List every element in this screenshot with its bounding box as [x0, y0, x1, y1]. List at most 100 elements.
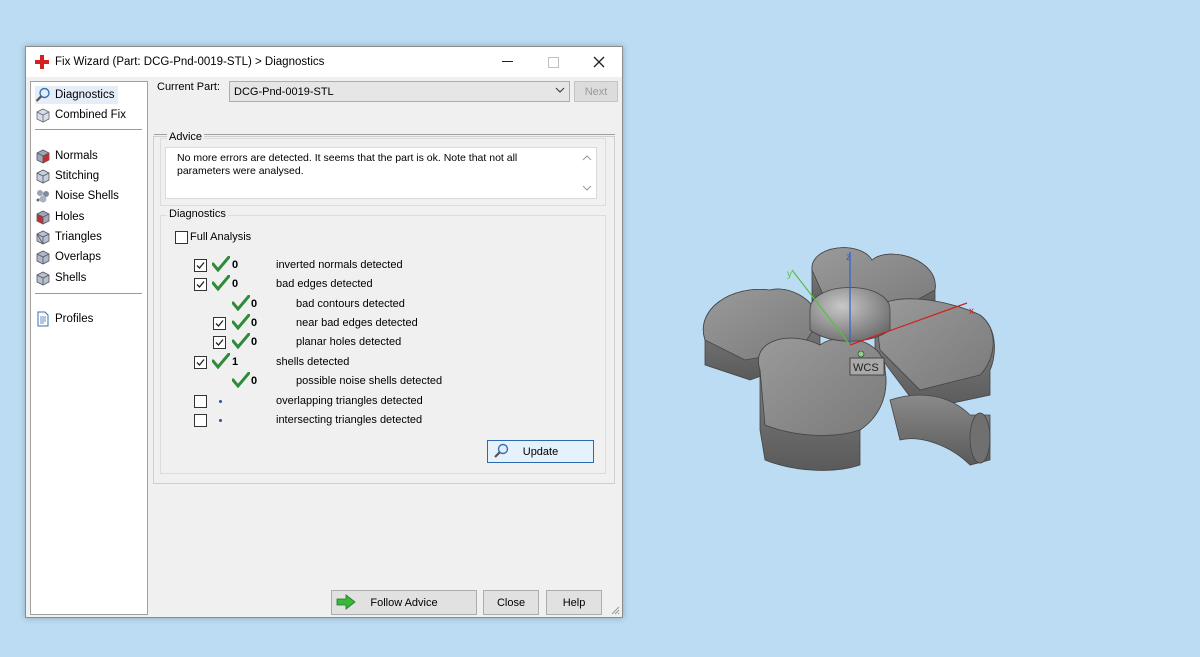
y-axis-label: y: [787, 269, 792, 280]
cube-icon: [35, 270, 51, 286]
pending-dot-icon: [219, 419, 222, 422]
sidebar-item-profiles[interactable]: Profiles: [35, 310, 97, 328]
chevron-down-icon: [555, 85, 565, 95]
green-check-icon: [232, 333, 250, 349]
close-button[interactable]: Close: [483, 590, 539, 615]
advice-textbox[interactable]: No more errors are detected. It seems th…: [165, 147, 597, 199]
near-bad-edges-checkbox[interactable]: [213, 317, 226, 330]
fix-wizard-window: Fix Wizard (Part: DCG-Pnd-0019-STL) > Di…: [25, 46, 623, 618]
header-divider: [154, 134, 615, 135]
resize-grip-icon[interactable]: [610, 605, 620, 615]
sidebar-divider: [35, 293, 142, 294]
cube-icon: [35, 107, 51, 123]
intersecting-triangles-checkbox[interactable]: [194, 414, 207, 427]
sidebar-item-normals[interactable]: Normals: [35, 147, 102, 165]
green-check-icon: [232, 314, 250, 330]
sidebar-item-label: Normals: [55, 150, 98, 162]
sidebar-divider: [35, 129, 142, 130]
noise-shells-count: 0: [251, 375, 258, 387]
planar-holes-count: 0: [251, 336, 258, 348]
green-check-icon: [212, 256, 230, 272]
x-axis-label: x: [969, 306, 974, 317]
current-part-label: Current Part:: [157, 81, 220, 93]
advice-text: No more errors are detected. It seems th…: [177, 152, 518, 177]
cube-icon: [35, 168, 51, 184]
update-button[interactable]: Update: [487, 440, 594, 463]
sidebar-item-shells[interactable]: Shells: [35, 269, 90, 287]
cube-icon: [35, 229, 51, 245]
close-window-button[interactable]: [576, 47, 622, 77]
z-axis-label: z: [846, 252, 851, 263]
sidebar-item-label: Profiles: [55, 313, 94, 325]
model-viewport[interactable]: z y x WCS: [690, 230, 1010, 480]
sidebar-item-noise-shells[interactable]: Noise Shells: [35, 187, 123, 205]
sidebar-item-label: Shells: [55, 272, 87, 284]
scroll-up-icon[interactable]: [582, 153, 592, 163]
scroll-down-icon[interactable]: [582, 183, 592, 193]
planar-holes-label: planar holes detected: [296, 336, 402, 348]
wcs-label: WCS: [853, 362, 879, 374]
sidebar-item-label: Combined Fix: [55, 109, 126, 121]
diagnostics-title: Diagnostics: [167, 208, 228, 220]
overlapping-triangles-label: overlapping triangles detected: [276, 395, 423, 407]
full-analysis-label: Full Analysis: [190, 231, 252, 243]
inverted-normals-checkbox[interactable]: [194, 259, 207, 272]
advice-title: Advice: [167, 131, 205, 143]
noise-shells-label: possible noise shells detected: [296, 375, 443, 387]
minimize-button[interactable]: [484, 47, 530, 77]
red-cross-icon: [35, 55, 49, 69]
bad-edges-checkbox[interactable]: [194, 278, 207, 291]
sidebar-item-holes[interactable]: Holes: [35, 208, 88, 226]
full-analysis-checkbox[interactable]: [175, 231, 188, 244]
green-check-icon: [212, 353, 230, 369]
wizard-sidebar: Diagnostics Combined Fix Normals Stitchi…: [30, 81, 148, 615]
magnifier-icon: [492, 443, 510, 459]
current-part-select[interactable]: DCG-Pnd-0019-STL: [229, 81, 570, 102]
follow-advice-button[interactable]: Follow Advice: [331, 590, 477, 615]
cube-red-icon: [35, 148, 51, 164]
bad-contours-label: bad contours detected: [296, 298, 405, 310]
current-part-value: DCG-Pnd-0019-STL: [234, 85, 334, 98]
bad-edges-count: 0: [232, 278, 239, 290]
green-check-icon: [212, 275, 230, 291]
near-bad-edges-count: 0: [251, 317, 258, 329]
title-bar[interactable]: Fix Wizard (Part: DCG-Pnd-0019-STL) > Di…: [26, 47, 622, 77]
help-button[interactable]: Help: [546, 590, 602, 615]
sidebar-item-label: Diagnostics: [55, 89, 115, 101]
sidebar-item-label: Overlaps: [55, 251, 102, 263]
inverted-normals-label: inverted normals detected: [276, 259, 403, 271]
bad-contours-count: 0: [251, 298, 258, 310]
part-model: z y x WCS: [702, 247, 995, 471]
shells-label: shells detected: [276, 356, 350, 368]
sidebar-item-diagnostics[interactable]: Diagnostics: [35, 86, 119, 104]
next-button[interactable]: Next: [574, 81, 618, 102]
sidebar-item-label: Holes: [55, 211, 85, 223]
intersecting-triangles-label: intersecting triangles detected: [276, 414, 423, 426]
shells-checkbox[interactable]: [194, 356, 207, 369]
shells-count: 1: [232, 356, 239, 368]
update-label: Update: [522, 445, 559, 458]
sidebar-item-triangles[interactable]: Triangles: [35, 228, 106, 246]
magnifier-icon: [35, 87, 51, 103]
sidebar-item-overlaps[interactable]: Overlaps: [35, 248, 105, 266]
noise-icon: [35, 188, 51, 204]
maximize-button[interactable]: [530, 47, 576, 77]
sidebar-item-combined-fix[interactable]: Combined Fix: [35, 106, 130, 124]
sidebar-item-stitching[interactable]: Stitching: [35, 167, 103, 185]
overlapping-triangles-checkbox[interactable]: [194, 395, 207, 408]
pending-dot-icon: [219, 400, 222, 403]
cube-icon: [35, 249, 51, 265]
green-arrow-icon: [336, 594, 356, 610]
cube-red-icon: [35, 209, 51, 225]
green-check-icon: [232, 295, 250, 311]
planar-holes-checkbox[interactable]: [213, 336, 226, 349]
bad-edges-label: bad edges detected: [276, 278, 373, 290]
sidebar-item-label: Triangles: [55, 231, 102, 243]
sidebar-item-label: Stitching: [55, 170, 100, 182]
green-check-icon: [232, 372, 250, 388]
follow-advice-label: Follow Advice: [370, 596, 438, 609]
document-icon: [35, 311, 51, 327]
sidebar-item-label: Noise Shells: [55, 190, 119, 202]
inverted-normals-count: 0: [232, 259, 239, 271]
near-bad-edges-label: near bad edges detected: [296, 317, 418, 329]
